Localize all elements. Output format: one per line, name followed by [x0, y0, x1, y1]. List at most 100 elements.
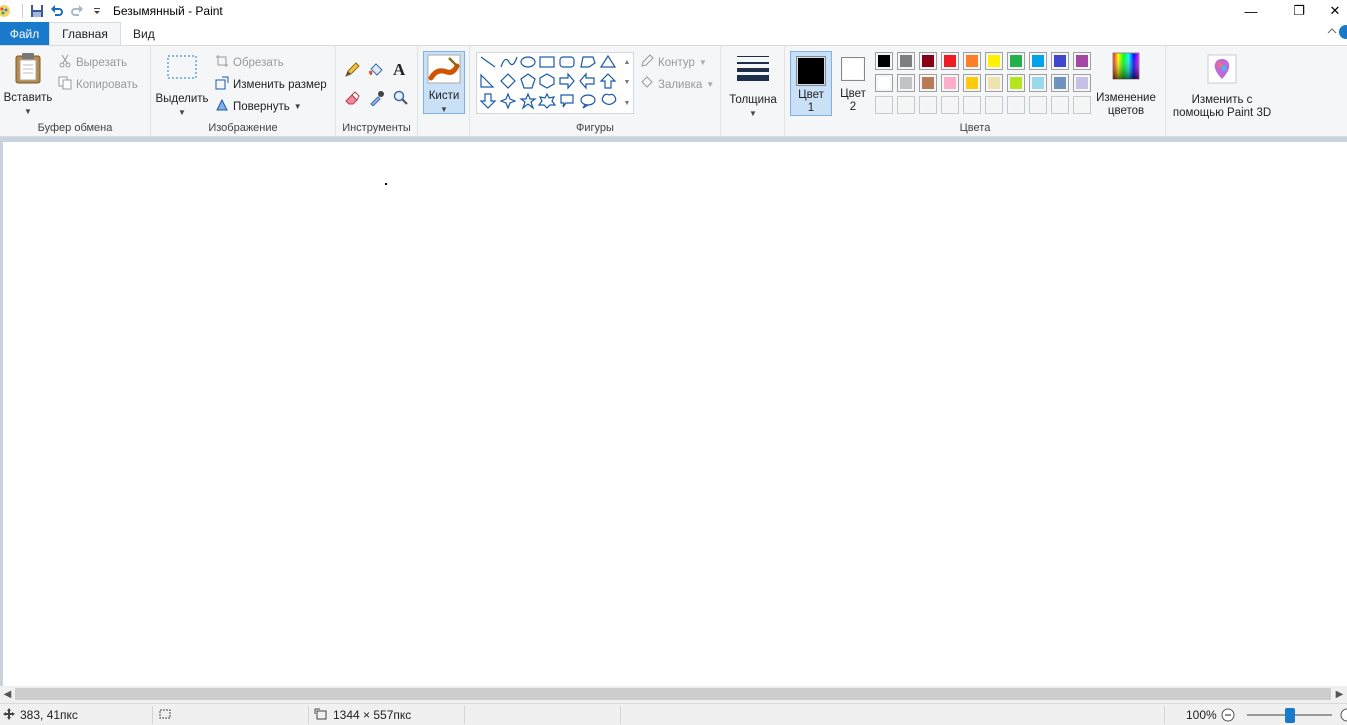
color-swatch[interactable]: [919, 52, 937, 70]
zoom-slider-thumb[interactable]: [1285, 708, 1295, 723]
resize-label: Изменить размер: [233, 78, 327, 91]
color-swatch[interactable]: [919, 74, 937, 92]
size-button[interactable]: Толщина ▼: [726, 54, 780, 120]
color-swatch[interactable]: [1007, 52, 1025, 70]
zoom-in-icon[interactable]: [1340, 708, 1347, 722]
paint3d-button[interactable]: Изменить с помощью Paint 3D: [1170, 54, 1274, 120]
color-wheel-icon: [1112, 52, 1140, 84]
color-swatch[interactable]: [1073, 96, 1091, 114]
color-swatch[interactable]: [1029, 74, 1047, 92]
color-swatch[interactable]: [1007, 74, 1025, 92]
collapse-ribbon-icon[interactable]: [1327, 26, 1337, 38]
color-swatch[interactable]: [941, 74, 959, 92]
expand-gallery-icon[interactable]: ▼: [624, 100, 631, 107]
copy-button[interactable]: Копировать: [58, 76, 138, 93]
color-swatch[interactable]: [875, 96, 893, 114]
color-swatch[interactable]: [897, 74, 915, 92]
color-swatch-fill: [988, 55, 1000, 67]
select-button[interactable]: Выделить ▼: [155, 54, 209, 119]
color-swatch[interactable]: [941, 52, 959, 70]
ribbon: Вставить ▼ Вырезать Копировать Буфер обм…: [0, 45, 1347, 137]
color-swatch[interactable]: [963, 74, 981, 92]
canvas-dot: [385, 183, 387, 185]
color-swatch-fill: [988, 77, 1000, 89]
scroll-down-icon[interactable]: ▼: [624, 79, 631, 86]
paste-label: Вставить: [3, 92, 53, 104]
fill-button[interactable]: Заливка ▼: [640, 76, 714, 93]
minimize-button[interactable]: —: [1227, 0, 1275, 22]
line-thickness-icon: [736, 54, 770, 86]
paste-button[interactable]: Вставить ▼: [4, 52, 52, 118]
resize-button[interactable]: Изменить размер: [215, 76, 327, 93]
brush-icon: [427, 54, 461, 88]
color-swatch[interactable]: [897, 96, 915, 114]
redo-icon[interactable]: [69, 3, 85, 19]
scroll-left-icon[interactable]: ◀: [0, 686, 15, 703]
color-swatch-fill: [1076, 99, 1088, 111]
color-swatch[interactable]: [1051, 74, 1069, 92]
color-swatch[interactable]: [1029, 52, 1047, 70]
color-picker-icon[interactable]: [369, 90, 385, 109]
color-swatch[interactable]: [985, 74, 1003, 92]
tab-home[interactable]: Главная: [49, 22, 121, 45]
color-swatch[interactable]: [1051, 96, 1069, 114]
paint3d-icon: [1207, 54, 1237, 88]
zoom-out-icon[interactable]: [1221, 708, 1235, 722]
tab-file[interactable]: Файл: [0, 22, 49, 45]
pencil-icon[interactable]: [344, 62, 360, 81]
chevron-down-icon: ▼: [698, 58, 707, 67]
drawing-canvas[interactable]: [3, 142, 1347, 686]
maximize-button[interactable]: ❐: [1275, 0, 1323, 22]
color-swatch[interactable]: [963, 52, 981, 70]
image-group: Выделить ▼ Обрезать Изменить размер Пове…: [151, 46, 336, 136]
quick-access-separator: [22, 4, 23, 18]
resize-icon: [215, 76, 229, 93]
save-icon[interactable]: [29, 3, 45, 19]
color-swatch-fill: [1010, 55, 1022, 67]
scroll-up-icon[interactable]: ▲: [624, 59, 631, 66]
zoom-in-button[interactable]: [1340, 704, 1347, 725]
color-swatch[interactable]: [985, 52, 1003, 70]
paint-app-icon[interactable]: [0, 3, 12, 19]
edit-colors-button[interactable]: Изменение цветов: [1093, 52, 1159, 118]
cut-button[interactable]: Вырезать: [58, 54, 127, 71]
color-swatch[interactable]: [963, 96, 981, 114]
shapes-gallery-icons[interactable]: [477, 53, 635, 115]
status-divider: [308, 706, 309, 724]
shapes-scroll[interactable]: ▲ ▼ ▼: [620, 52, 634, 114]
scrollbar-thumb[interactable]: [15, 688, 1331, 700]
color-swatch-fill: [1054, 77, 1066, 89]
color1-button[interactable]: Цвет 1: [790, 51, 832, 116]
color-swatch[interactable]: [985, 96, 1003, 114]
tab-view[interactable]: Вид: [121, 22, 167, 45]
fill-bucket-icon[interactable]: [368, 62, 384, 81]
color2-label-line2: 2: [849, 101, 857, 113]
color-swatch[interactable]: [1029, 96, 1047, 114]
selection-size: [158, 704, 172, 725]
color-swatch[interactable]: [941, 96, 959, 114]
color2-button[interactable]: Цвет 2: [834, 51, 872, 116]
brushes-button[interactable]: Кисти ▼: [423, 51, 465, 114]
text-tool-icon[interactable]: A: [393, 60, 405, 80]
color-swatch[interactable]: [1073, 52, 1091, 70]
eraser-icon[interactable]: [344, 90, 360, 109]
color-swatch[interactable]: [897, 52, 915, 70]
color-swatch[interactable]: [875, 52, 893, 70]
close-button[interactable]: ✕: [1323, 0, 1347, 22]
help-icon[interactable]: [1339, 25, 1347, 39]
zoom-out-button[interactable]: [1221, 704, 1235, 725]
undo-icon[interactable]: [49, 3, 65, 19]
scroll-right-icon[interactable]: ▶: [1332, 686, 1347, 703]
color-swatch[interactable]: [1051, 52, 1069, 70]
customize-quick-access-icon[interactable]: [89, 3, 105, 19]
color-swatch[interactable]: [1073, 74, 1091, 92]
clipboard-icon: [13, 52, 43, 88]
rotate-button[interactable]: Повернуть ▼: [215, 98, 302, 115]
outline-button[interactable]: Контур ▼: [640, 54, 707, 71]
color-swatch[interactable]: [919, 96, 937, 114]
crop-button[interactable]: Обрезать: [215, 54, 284, 71]
color-swatch[interactable]: [875, 74, 893, 92]
horizontal-scrollbar[interactable]: ◀ ▶: [0, 686, 1347, 703]
color-swatch[interactable]: [1007, 96, 1025, 114]
magnifier-icon[interactable]: [393, 90, 409, 109]
